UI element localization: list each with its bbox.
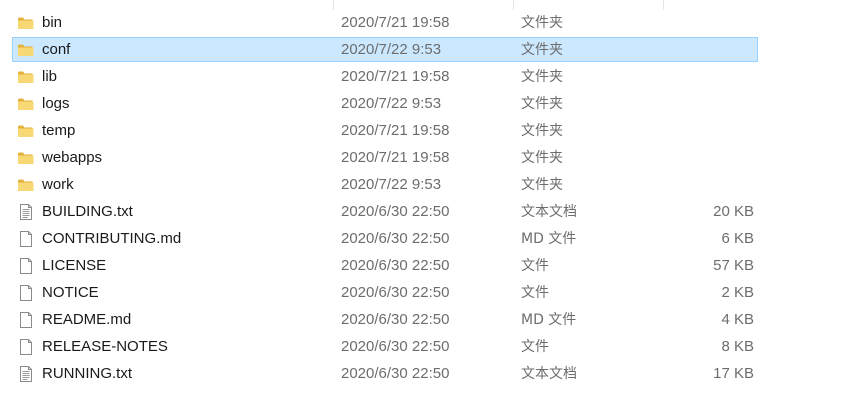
- file-name: conf: [42, 41, 71, 58]
- folder-icon: [17, 122, 35, 140]
- file-row[interactable]: conf 2020/7/22 9:53 文件夹: [0, 37, 845, 64]
- file-icon: [17, 311, 35, 329]
- folder-icon: [17, 95, 35, 113]
- file-name: BUILDING.txt: [42, 203, 133, 220]
- file-size: 8 KB: [721, 338, 754, 355]
- file-date-modified: 2020/6/30 22:50: [341, 230, 450, 247]
- file-name: README.md: [42, 311, 132, 328]
- folder-icon: [17, 41, 35, 59]
- file-date-modified: 2020/7/22 9:53: [341, 41, 442, 58]
- file-row[interactable]: logs 2020/7/22 9:53 文件夹: [0, 91, 845, 118]
- file-size: 57 KB: [713, 257, 754, 274]
- file-row[interactable]: RUNNING.txt 2020/6/30 22:50 文本文档 17 KB: [0, 361, 845, 388]
- file-size: 4 KB: [721, 311, 754, 328]
- file-icon: [17, 257, 35, 275]
- file-size: 6 KB: [721, 230, 754, 247]
- file-name: RUNNING.txt: [42, 365, 132, 382]
- file-name: NOTICE: [42, 284, 99, 301]
- file-type: 文件: [521, 285, 549, 301]
- file-row[interactable]: webapps 2020/7/21 19:58 文件夹: [0, 145, 845, 172]
- file-date-modified: 2020/7/21 19:58: [341, 68, 450, 85]
- folder-icon: [17, 149, 35, 167]
- file-type: 文件夹: [521, 69, 563, 85]
- folder-icon: [17, 176, 35, 194]
- file-type: 文本文档: [521, 366, 577, 382]
- file-type: 文件: [521, 258, 549, 274]
- file-type: 文件夹: [521, 177, 563, 193]
- column-divider-date[interactable]: [333, 0, 334, 10]
- file-name: bin: [42, 14, 63, 31]
- file-date-modified: 2020/7/22 9:53: [341, 176, 442, 193]
- file-date-modified: 2020/6/30 22:50: [341, 257, 450, 274]
- file-date-modified: 2020/6/30 22:50: [341, 338, 450, 355]
- file-date-modified: 2020/6/30 22:50: [341, 203, 450, 220]
- file-type: 文本文档: [521, 204, 577, 220]
- file-row[interactable]: lib 2020/7/21 19:58 文件夹: [0, 64, 845, 91]
- text-file-icon: [17, 203, 35, 221]
- file-size: 2 KB: [721, 284, 754, 301]
- file-date-modified: 2020/7/21 19:58: [341, 149, 450, 166]
- folder-icon: [17, 14, 35, 32]
- file-icon: [17, 338, 35, 356]
- file-name: RELEASE-NOTES: [42, 338, 168, 355]
- file-row[interactable]: RELEASE-NOTES 2020/6/30 22:50 文件 8 KB: [0, 334, 845, 361]
- file-row[interactable]: temp 2020/7/21 19:58 文件夹: [0, 118, 845, 145]
- file-row[interactable]: work 2020/7/22 9:53 文件夹: [0, 172, 845, 199]
- file-row[interactable]: CONTRIBUTING.md 2020/6/30 22:50 MD 文件 6 …: [0, 226, 845, 253]
- file-type: 文件夹: [521, 123, 563, 139]
- file-name: logs: [42, 95, 70, 112]
- file-type: MD 文件: [521, 312, 577, 328]
- file-icon: [17, 284, 35, 302]
- file-row[interactable]: bin 2020/7/21 19:58 文件夹: [0, 10, 845, 37]
- text-file-icon: [17, 365, 35, 383]
- file-date-modified: 2020/6/30 22:50: [341, 311, 450, 328]
- file-type: MD 文件: [521, 231, 577, 247]
- file-name: work: [42, 176, 74, 193]
- file-date-modified: 2020/7/21 19:58: [341, 122, 450, 139]
- file-row[interactable]: BUILDING.txt 2020/6/30 22:50 文本文档 20 KB: [0, 199, 845, 226]
- file-name: lib: [42, 68, 58, 85]
- file-row[interactable]: LICENSE 2020/6/30 22:50 文件 57 KB: [0, 253, 845, 280]
- file-type: 文件夹: [521, 42, 563, 58]
- file-list: bin 2020/7/21 19:58 文件夹 conf 2020/7/22 9…: [0, 10, 845, 388]
- file-date-modified: 2020/7/22 9:53: [341, 95, 442, 112]
- file-type: 文件: [521, 339, 549, 355]
- file-name: webapps: [42, 149, 103, 166]
- file-name: CONTRIBUTING.md: [42, 230, 182, 247]
- file-row[interactable]: NOTICE 2020/6/30 22:50 文件 2 KB: [0, 280, 845, 307]
- folder-icon: [17, 68, 35, 86]
- file-size: 17 KB: [713, 365, 754, 382]
- file-icon: [17, 230, 35, 248]
- file-row[interactable]: README.md 2020/6/30 22:50 MD 文件 4 KB: [0, 307, 845, 334]
- file-type: 文件夹: [521, 15, 563, 31]
- file-name: LICENSE: [42, 257, 107, 274]
- column-divider-size[interactable]: [663, 0, 664, 10]
- file-type: 文件夹: [521, 96, 563, 112]
- file-size: 20 KB: [713, 203, 754, 220]
- column-divider-type[interactable]: [513, 0, 514, 10]
- file-type: 文件夹: [521, 150, 563, 166]
- file-date-modified: 2020/6/30 22:50: [341, 284, 450, 301]
- file-date-modified: 2020/6/30 22:50: [341, 365, 450, 382]
- file-date-modified: 2020/7/21 19:58: [341, 14, 450, 31]
- file-name: temp: [42, 122, 76, 139]
